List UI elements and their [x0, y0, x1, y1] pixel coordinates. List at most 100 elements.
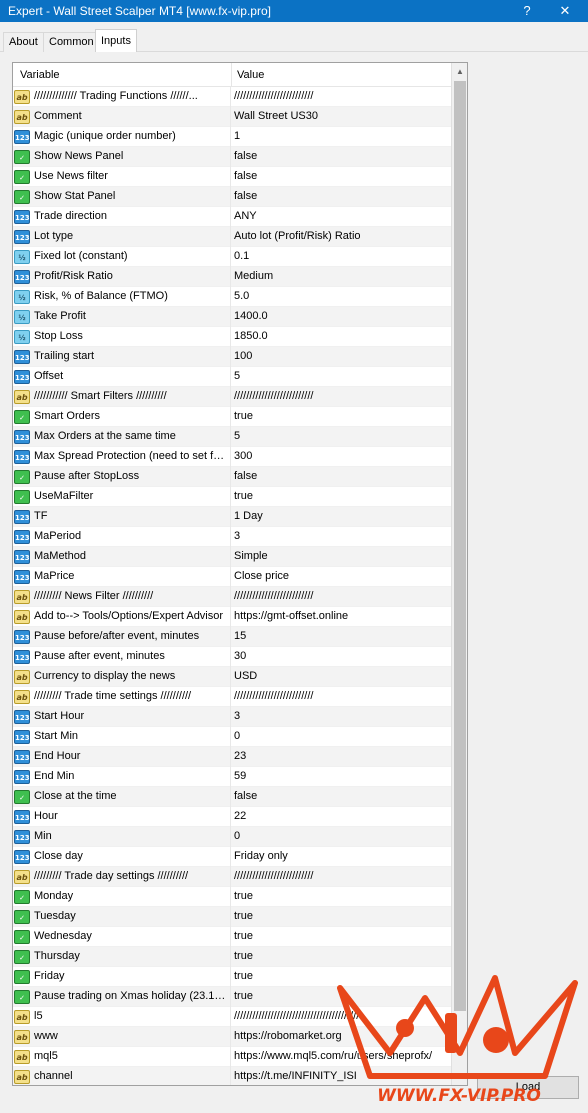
column-header-value[interactable]: Value — [237, 69, 264, 81]
variable-value[interactable]: ////////////////////////// — [234, 870, 448, 882]
variable-value[interactable]: false — [234, 170, 448, 182]
variable-value[interactable]: Close price — [234, 570, 448, 582]
variable-value[interactable]: 30 — [234, 650, 448, 662]
table-row[interactable]: ab Comment Wall Street US30 — [13, 107, 451, 127]
table-row[interactable]: 123 Pause after event, minutes 30 — [13, 647, 451, 667]
cell-divider — [230, 547, 231, 567]
variable-value[interactable]: true — [234, 490, 448, 502]
table-row[interactable]: ✓ Close at the time false — [13, 787, 451, 807]
column-header-variable[interactable]: Variable — [20, 69, 60, 81]
table-row[interactable]: 123 Lot type Auto lot (Profit/Risk) Ratio — [13, 227, 451, 247]
table-row[interactable]: 123 Offset 5 — [13, 367, 451, 387]
table-row[interactable]: 123 Max Orders at the same time 5 — [13, 427, 451, 447]
variable-value[interactable]: https://gmt-offset.online — [234, 610, 448, 622]
table-row[interactable]: 123 Min 0 — [13, 827, 451, 847]
table-row[interactable]: ✓ Monday true — [13, 887, 451, 907]
variable-value[interactable]: 300 — [234, 450, 448, 462]
variable-value[interactable]: true — [234, 910, 448, 922]
variable-value[interactable]: 59 — [234, 770, 448, 782]
variable-value[interactable]: ////////////////////////// — [234, 90, 448, 102]
variable-value[interactable]: 0 — [234, 830, 448, 842]
variable-value[interactable]: ////////////////////////// — [234, 390, 448, 402]
variable-value[interactable]: true — [234, 890, 448, 902]
variable-value[interactable]: 3 — [234, 710, 448, 722]
table-row[interactable]: ½ Take Profit 1400.0 — [13, 307, 451, 327]
vertical-scrollbar[interactable]: ▲ — [451, 63, 467, 1085]
tab-inputs[interactable]: Inputs — [95, 29, 137, 53]
table-row[interactable]: ½ Stop Loss 1850.0 — [13, 327, 451, 347]
variable-value[interactable]: false — [234, 190, 448, 202]
variable-value[interactable]: Medium — [234, 270, 448, 282]
variable-value[interactable]: 3 — [234, 530, 448, 542]
variable-value[interactable]: 5 — [234, 370, 448, 382]
table-row[interactable]: ½ Risk, % of Balance (FTMO) 5.0 — [13, 287, 451, 307]
table-row[interactable]: 123 Close day Friday only — [13, 847, 451, 867]
table-row[interactable]: 123 Start Min 0 — [13, 727, 451, 747]
cell-divider — [230, 827, 231, 847]
variable-value[interactable]: ANY — [234, 210, 448, 222]
variable-value[interactable]: 1 — [234, 130, 448, 142]
variable-value[interactable]: 5.0 — [234, 290, 448, 302]
table-row[interactable]: ✓ Tuesday true — [13, 907, 451, 927]
table-row[interactable]: ½ Fixed lot (constant) 0.1 — [13, 247, 451, 267]
table-row[interactable]: ab ////////////// Trading Functions /////… — [13, 87, 451, 107]
table-row[interactable]: 123 TF 1 Day — [13, 507, 451, 527]
table-row[interactable]: ab Add to--> Tools/Options/Expert Advisor… — [13, 607, 451, 627]
variable-value[interactable]: 1850.0 — [234, 330, 448, 342]
table-row[interactable]: ✓ UseMaFilter true — [13, 487, 451, 507]
variable-value[interactable]: 0.1 — [234, 250, 448, 262]
table-row[interactable]: 123 End Min 59 — [13, 767, 451, 787]
type-bool-icon: ✓ — [14, 170, 30, 184]
table-row[interactable]: 123 End Hour 23 — [13, 747, 451, 767]
table-row[interactable]: ✓ Show News Panel false — [13, 147, 451, 167]
variable-value[interactable]: USD — [234, 670, 448, 682]
table-row[interactable]: 123 Hour 22 — [13, 807, 451, 827]
scroll-up-icon[interactable]: ▲ — [452, 63, 467, 80]
table-row[interactable]: 123 Trailing start 100 — [13, 347, 451, 367]
variable-value[interactable]: true — [234, 930, 448, 942]
variable-value[interactable]: Auto lot (Profit/Risk) Ratio — [234, 230, 448, 242]
variable-value[interactable]: 15 — [234, 630, 448, 642]
scrollbar-thumb[interactable] — [454, 81, 466, 1011]
table-row[interactable]: ab ///////// Trade day settings /////////… — [13, 867, 451, 887]
table-row[interactable]: ✓ Pause after StopLoss false — [13, 467, 451, 487]
variable-value[interactable]: true — [234, 410, 448, 422]
table-row[interactable]: 123 Pause before/after event, minutes 15 — [13, 627, 451, 647]
variable-value[interactable]: Wall Street US30 — [234, 110, 448, 122]
variable-value[interactable]: false — [234, 150, 448, 162]
help-button[interactable]: ? — [512, 0, 542, 22]
table-row[interactable]: 123 Magic (unique order number) 1 — [13, 127, 451, 147]
table-row[interactable]: ab /////////// Smart Filters ////////// //… — [13, 387, 451, 407]
variable-value[interactable]: 23 — [234, 750, 448, 762]
close-button[interactable]: ✕ — [542, 0, 588, 22]
variable-value[interactable]: ////////////////////////// — [234, 590, 448, 602]
table-row[interactable]: 123 Trade direction ANY — [13, 207, 451, 227]
table-row[interactable]: 123 Start Hour 3 — [13, 707, 451, 727]
table-row[interactable]: ✓ Use News filter false — [13, 167, 451, 187]
variable-value[interactable]: false — [234, 470, 448, 482]
tab-common[interactable]: Common — [43, 32, 100, 52]
variable-value[interactable]: ////////////////////////// — [234, 690, 448, 702]
variable-value[interactable]: Friday only — [234, 850, 448, 862]
tab-about[interactable]: About — [3, 32, 44, 52]
table-row[interactable]: ✓ Wednesday true — [13, 927, 451, 947]
table-row[interactable]: 123 MaMethod Simple — [13, 547, 451, 567]
table-row[interactable]: 123 Profit/Risk Ratio Medium — [13, 267, 451, 287]
variable-value[interactable]: 22 — [234, 810, 448, 822]
table-row[interactable]: 123 MaPrice Close price — [13, 567, 451, 587]
variable-value[interactable]: false — [234, 790, 448, 802]
variable-value[interactable]: 1 Day — [234, 510, 448, 522]
table-row[interactable]: 123 MaPeriod 3 — [13, 527, 451, 547]
variable-value[interactable]: Simple — [234, 550, 448, 562]
variable-value[interactable]: 0 — [234, 730, 448, 742]
table-row[interactable]: ab ///////// Trade time settings ////////… — [13, 687, 451, 707]
variable-value[interactable]: 100 — [234, 350, 448, 362]
variable-name: Close day — [34, 850, 83, 862]
table-row[interactable]: ✓ Show Stat Panel false — [13, 187, 451, 207]
variable-value[interactable]: 1400.0 — [234, 310, 448, 322]
table-row[interactable]: ab Currency to display the news USD — [13, 667, 451, 687]
table-row[interactable]: 123 Max Spread Protection (need to set fo… — [13, 447, 451, 467]
table-row[interactable]: ✓ Smart Orders true — [13, 407, 451, 427]
table-row[interactable]: ab ///////// News Filter ////////// //////… — [13, 587, 451, 607]
variable-value[interactable]: 5 — [234, 430, 448, 442]
